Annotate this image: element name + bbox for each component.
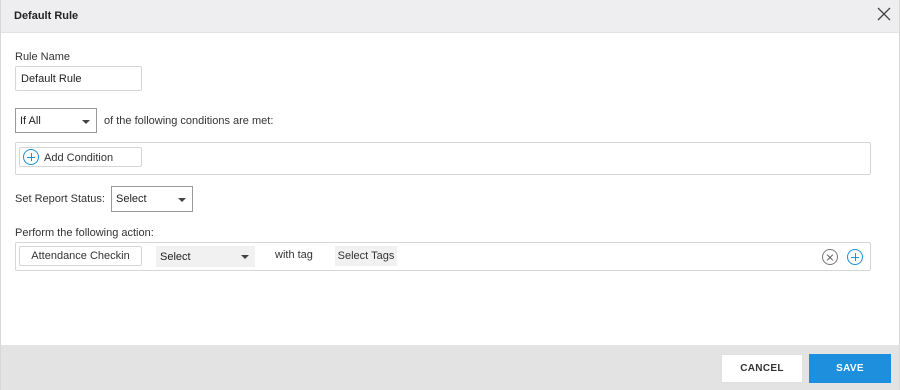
cancel-button[interactable]: CANCEL bbox=[721, 354, 803, 383]
condition-match-select[interactable]: If All bbox=[15, 108, 97, 133]
dialog-footer: CANCEL SAVE bbox=[1, 345, 899, 390]
chevron-down-icon bbox=[241, 255, 249, 259]
conditions-suffix-text: of the following conditions are met: bbox=[104, 115, 274, 127]
select-tags-field[interactable]: Select Tags bbox=[335, 246, 397, 266]
remove-circle-icon[interactable] bbox=[822, 249, 838, 265]
action-label: Perform the following action: bbox=[15, 227, 154, 239]
conditions-container: Add Condition bbox=[15, 142, 871, 175]
action-target-value: Select bbox=[160, 251, 191, 263]
rule-name-label: Rule Name bbox=[15, 51, 71, 63]
add-condition-button[interactable]: Add Condition bbox=[19, 147, 142, 167]
add-condition-label: Add Condition bbox=[44, 152, 114, 164]
chevron-down-icon bbox=[82, 120, 90, 124]
report-status-value: Select bbox=[116, 193, 147, 205]
condition-match-value: If All bbox=[20, 115, 41, 127]
with-tag-text: with tag bbox=[275, 249, 313, 261]
chevron-down-icon bbox=[178, 198, 186, 202]
report-status-label: Set Report Status: bbox=[15, 193, 105, 205]
save-button[interactable]: SAVE bbox=[809, 354, 891, 383]
plus-circle-icon[interactable] bbox=[847, 249, 863, 265]
rule-name-input[interactable] bbox=[15, 66, 142, 91]
close-icon[interactable] bbox=[877, 7, 891, 21]
report-status-select[interactable]: Select bbox=[111, 186, 193, 212]
action-container: Attendance Checkin Select with tag Selec… bbox=[15, 242, 871, 271]
rule-dialog: Default Rule Rule Name If All of the fol… bbox=[0, 0, 900, 390]
plus-circle-icon bbox=[23, 149, 39, 165]
dialog-header: Default Rule bbox=[1, 0, 899, 33]
action-target-select[interactable]: Select bbox=[156, 246, 255, 267]
dialog-title: Default Rule bbox=[14, 10, 79, 22]
action-type-button[interactable]: Attendance Checkin bbox=[19, 246, 142, 266]
